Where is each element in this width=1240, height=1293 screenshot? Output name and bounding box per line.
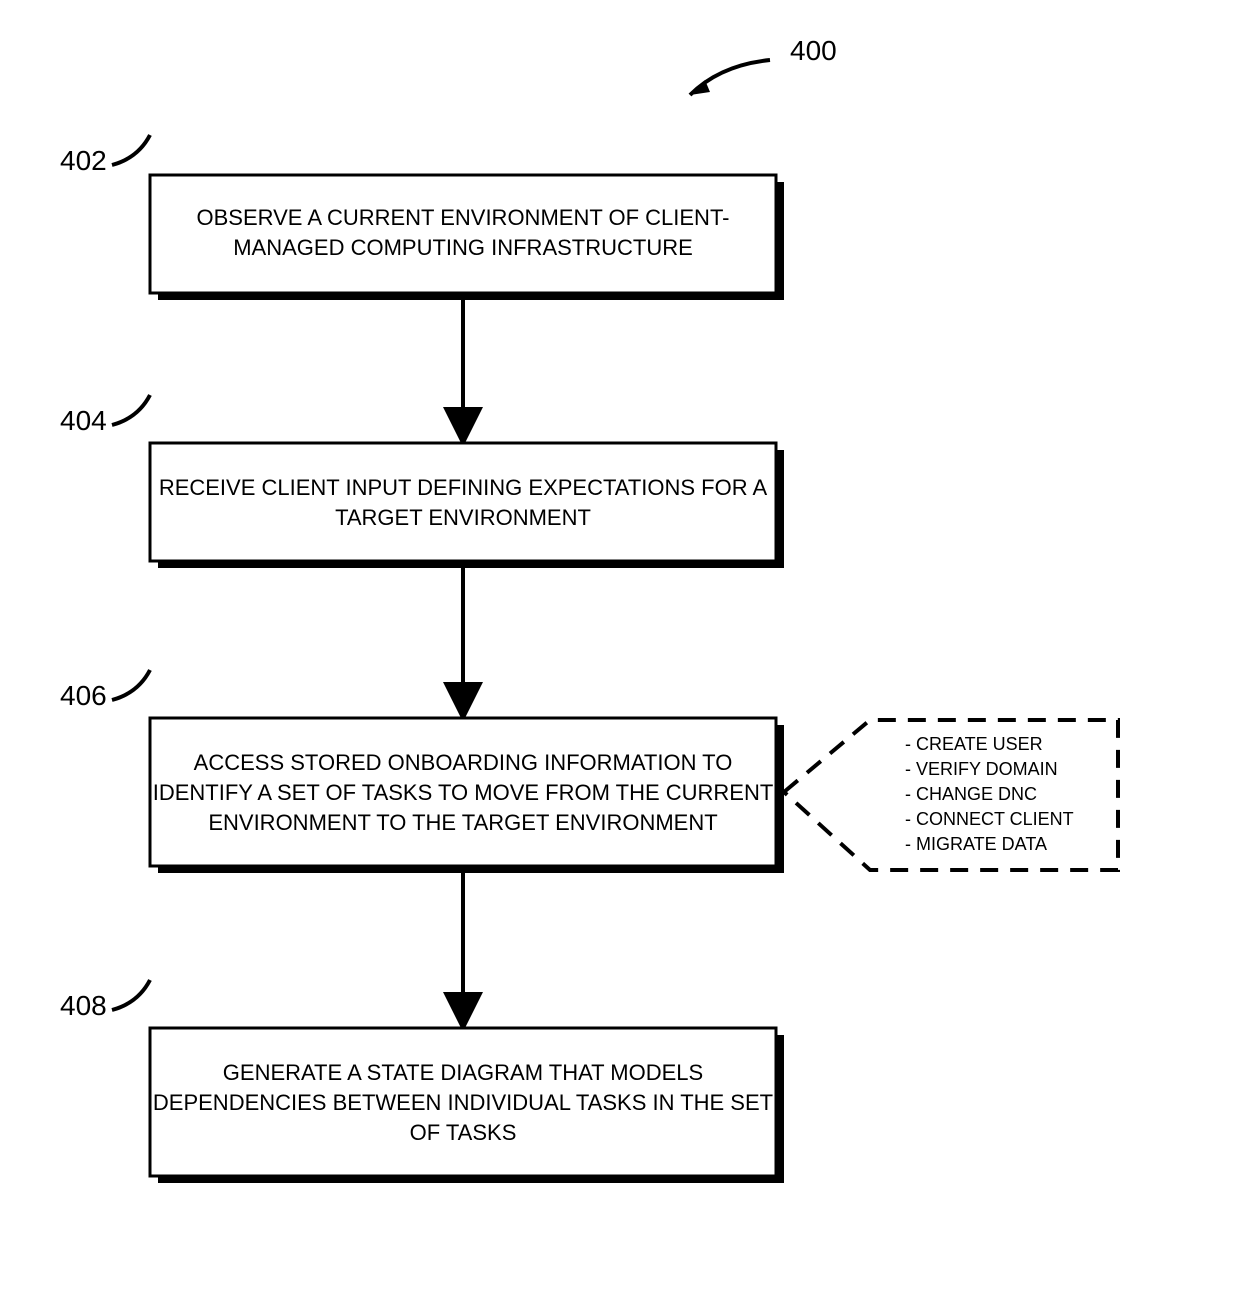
figure-number-pointer <box>690 60 770 95</box>
svg-text:MANAGED COMPUTING INFRASTRUCTU: MANAGED COMPUTING INFRASTRUCTURE <box>233 235 693 260</box>
svg-text:- CREATE USER: - CREATE USER <box>905 734 1043 754</box>
step-408-box: GENERATE A STATE DIAGRAM THAT MODELS DEP… <box>150 1028 784 1183</box>
svg-text:- CONNECT CLIENT: - CONNECT CLIENT <box>905 809 1074 829</box>
svg-text:- VERIFY DOMAIN: - VERIFY DOMAIN <box>905 759 1058 779</box>
svg-text:DEPENDENCIES BETWEEN INDIVIDUA: DEPENDENCIES BETWEEN INDIVIDUAL TASKS IN… <box>153 1090 773 1115</box>
figure-number: 400 <box>790 35 837 66</box>
svg-text:ENVIRONMENT TO THE TARGET ENVI: ENVIRONMENT TO THE TARGET ENVIRONMENT <box>208 810 717 835</box>
step-404-label: 404 <box>60 395 150 436</box>
step-402-label: 402 <box>60 135 150 176</box>
svg-text:GENERATE A STATE DIAGRAM THAT: GENERATE A STATE DIAGRAM THAT MODELS <box>223 1060 703 1085</box>
svg-text:- MIGRATE DATA: - MIGRATE DATA <box>905 834 1047 854</box>
callout-box: - CREATE USER - VERIFY DOMAIN - CHANGE D… <box>784 720 1118 870</box>
svg-text:ACCESS STORED ONBOARDING INFOR: ACCESS STORED ONBOARDING INFORMATION TO <box>194 750 733 775</box>
step-408-label: 408 <box>60 980 150 1021</box>
svg-text:406: 406 <box>60 680 107 711</box>
step-404-box: RECEIVE CLIENT INPUT DEFINING EXPECTATIO… <box>150 443 784 568</box>
svg-text:404: 404 <box>60 405 107 436</box>
svg-text:408: 408 <box>60 990 107 1021</box>
svg-text:OBSERVE A CURRENT ENVIRONMENT: OBSERVE A CURRENT ENVIRONMENT OF CLIENT- <box>197 205 730 230</box>
step-406-label: 406 <box>60 670 150 711</box>
svg-text:RECEIVE CLIENT INPUT DEFINING: RECEIVE CLIENT INPUT DEFINING EXPECTATIO… <box>159 475 768 500</box>
svg-text:IDENTIFY A SET OF TASKS TO MOV: IDENTIFY A SET OF TASKS TO MOVE FROM THE… <box>153 780 774 805</box>
svg-text:- CHANGE DNC: - CHANGE DNC <box>905 784 1037 804</box>
svg-text:402: 402 <box>60 145 107 176</box>
step-406-box: ACCESS STORED ONBOARDING INFORMATION TO … <box>150 718 784 873</box>
svg-text:TARGET ENVIRONMENT: TARGET ENVIRONMENT <box>335 505 591 530</box>
svg-text:OF TASKS: OF TASKS <box>410 1120 517 1145</box>
step-402-box: OBSERVE A CURRENT ENVIRONMENT OF CLIENT-… <box>150 175 784 300</box>
